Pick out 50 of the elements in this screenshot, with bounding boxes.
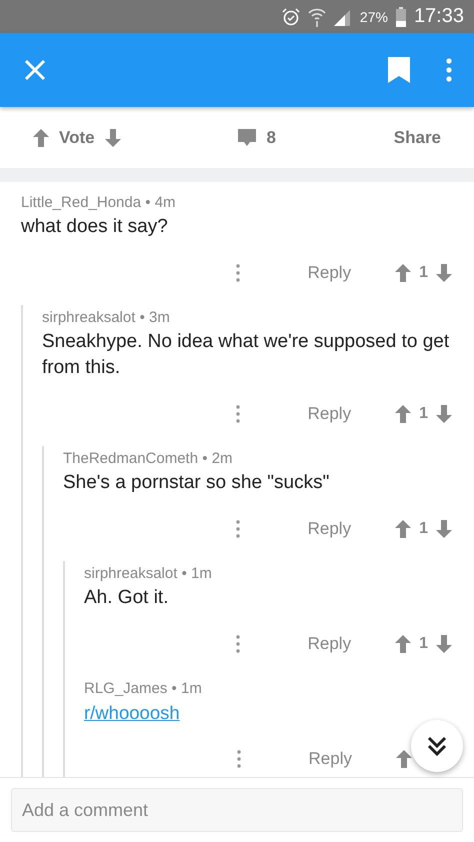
more-icon[interactable] <box>236 750 241 768</box>
more-icon[interactable] <box>236 264 240 282</box>
upvote-icon[interactable] <box>396 750 412 768</box>
comment-score: 1 <box>419 520 428 538</box>
signal-icon <box>334 8 352 26</box>
battery-percent: 27% <box>360 8 388 24</box>
share-button[interactable]: Share <box>394 128 442 148</box>
comment-score: 1 <box>419 404 428 422</box>
vote-label: Vote <box>59 128 95 148</box>
comment-body: what does it say? <box>21 215 169 239</box>
comments-button[interactable]: 8 <box>238 128 276 148</box>
comment-author: TheRedmanCometh • 2m <box>63 450 233 466</box>
comment-body: She's a pornstar so she "sucks" <box>63 471 330 495</box>
bookmark-button[interactable] <box>388 57 410 83</box>
comment-author: Little_Red_Honda • 4m <box>21 194 176 210</box>
comment-score: 1 <box>419 634 428 652</box>
comment-score: 1 <box>419 264 428 282</box>
more-icon[interactable] <box>236 404 240 422</box>
close-button[interactable] <box>24 59 46 81</box>
alarm-icon <box>282 8 300 26</box>
downvote-icon[interactable] <box>104 128 121 146</box>
comment-input[interactable]: Add a comment <box>11 788 463 832</box>
reply-button[interactable]: Reply <box>308 404 352 424</box>
upvote-icon[interactable] <box>395 264 412 282</box>
reply-button[interactable]: Reply <box>308 262 352 282</box>
more-icon[interactable] <box>236 634 240 652</box>
comment-body: Ah. Got it. <box>84 586 170 610</box>
more-button[interactable] <box>446 58 452 82</box>
comment-link[interactable]: r/whoooosh <box>84 702 180 723</box>
downvote-icon[interactable] <box>436 520 452 538</box>
scroll-down-button[interactable] <box>411 720 463 772</box>
downvote-icon[interactable] <box>436 264 452 282</box>
downvote-icon[interactable] <box>436 634 452 652</box>
more-icon[interactable] <box>236 520 240 538</box>
reply-button[interactable]: Reply <box>308 634 352 654</box>
downvote-icon[interactable] <box>436 404 452 422</box>
comment-author: RLG_James • 1m <box>84 680 202 696</box>
reply-button[interactable]: Reply <box>308 748 352 768</box>
upvote-icon[interactable] <box>395 520 412 538</box>
comment-author: sirphreaksalot • 3m <box>42 308 170 326</box>
upvote-icon[interactable] <box>33 128 49 146</box>
comment-author: sirphreaksalot • 1m <box>84 564 212 582</box>
comment-body: Sneakhype. No idea what we're supposed to get from this. <box>42 330 450 380</box>
chevrons-down-icon <box>426 735 448 757</box>
battery-icon <box>396 6 406 26</box>
upvote-icon[interactable] <box>395 404 412 422</box>
upvote-icon[interactable] <box>395 634 412 652</box>
reply-button[interactable]: Reply <box>308 518 352 538</box>
wifi-icon <box>308 6 326 26</box>
clock-time: 17:33 <box>414 5 464 28</box>
